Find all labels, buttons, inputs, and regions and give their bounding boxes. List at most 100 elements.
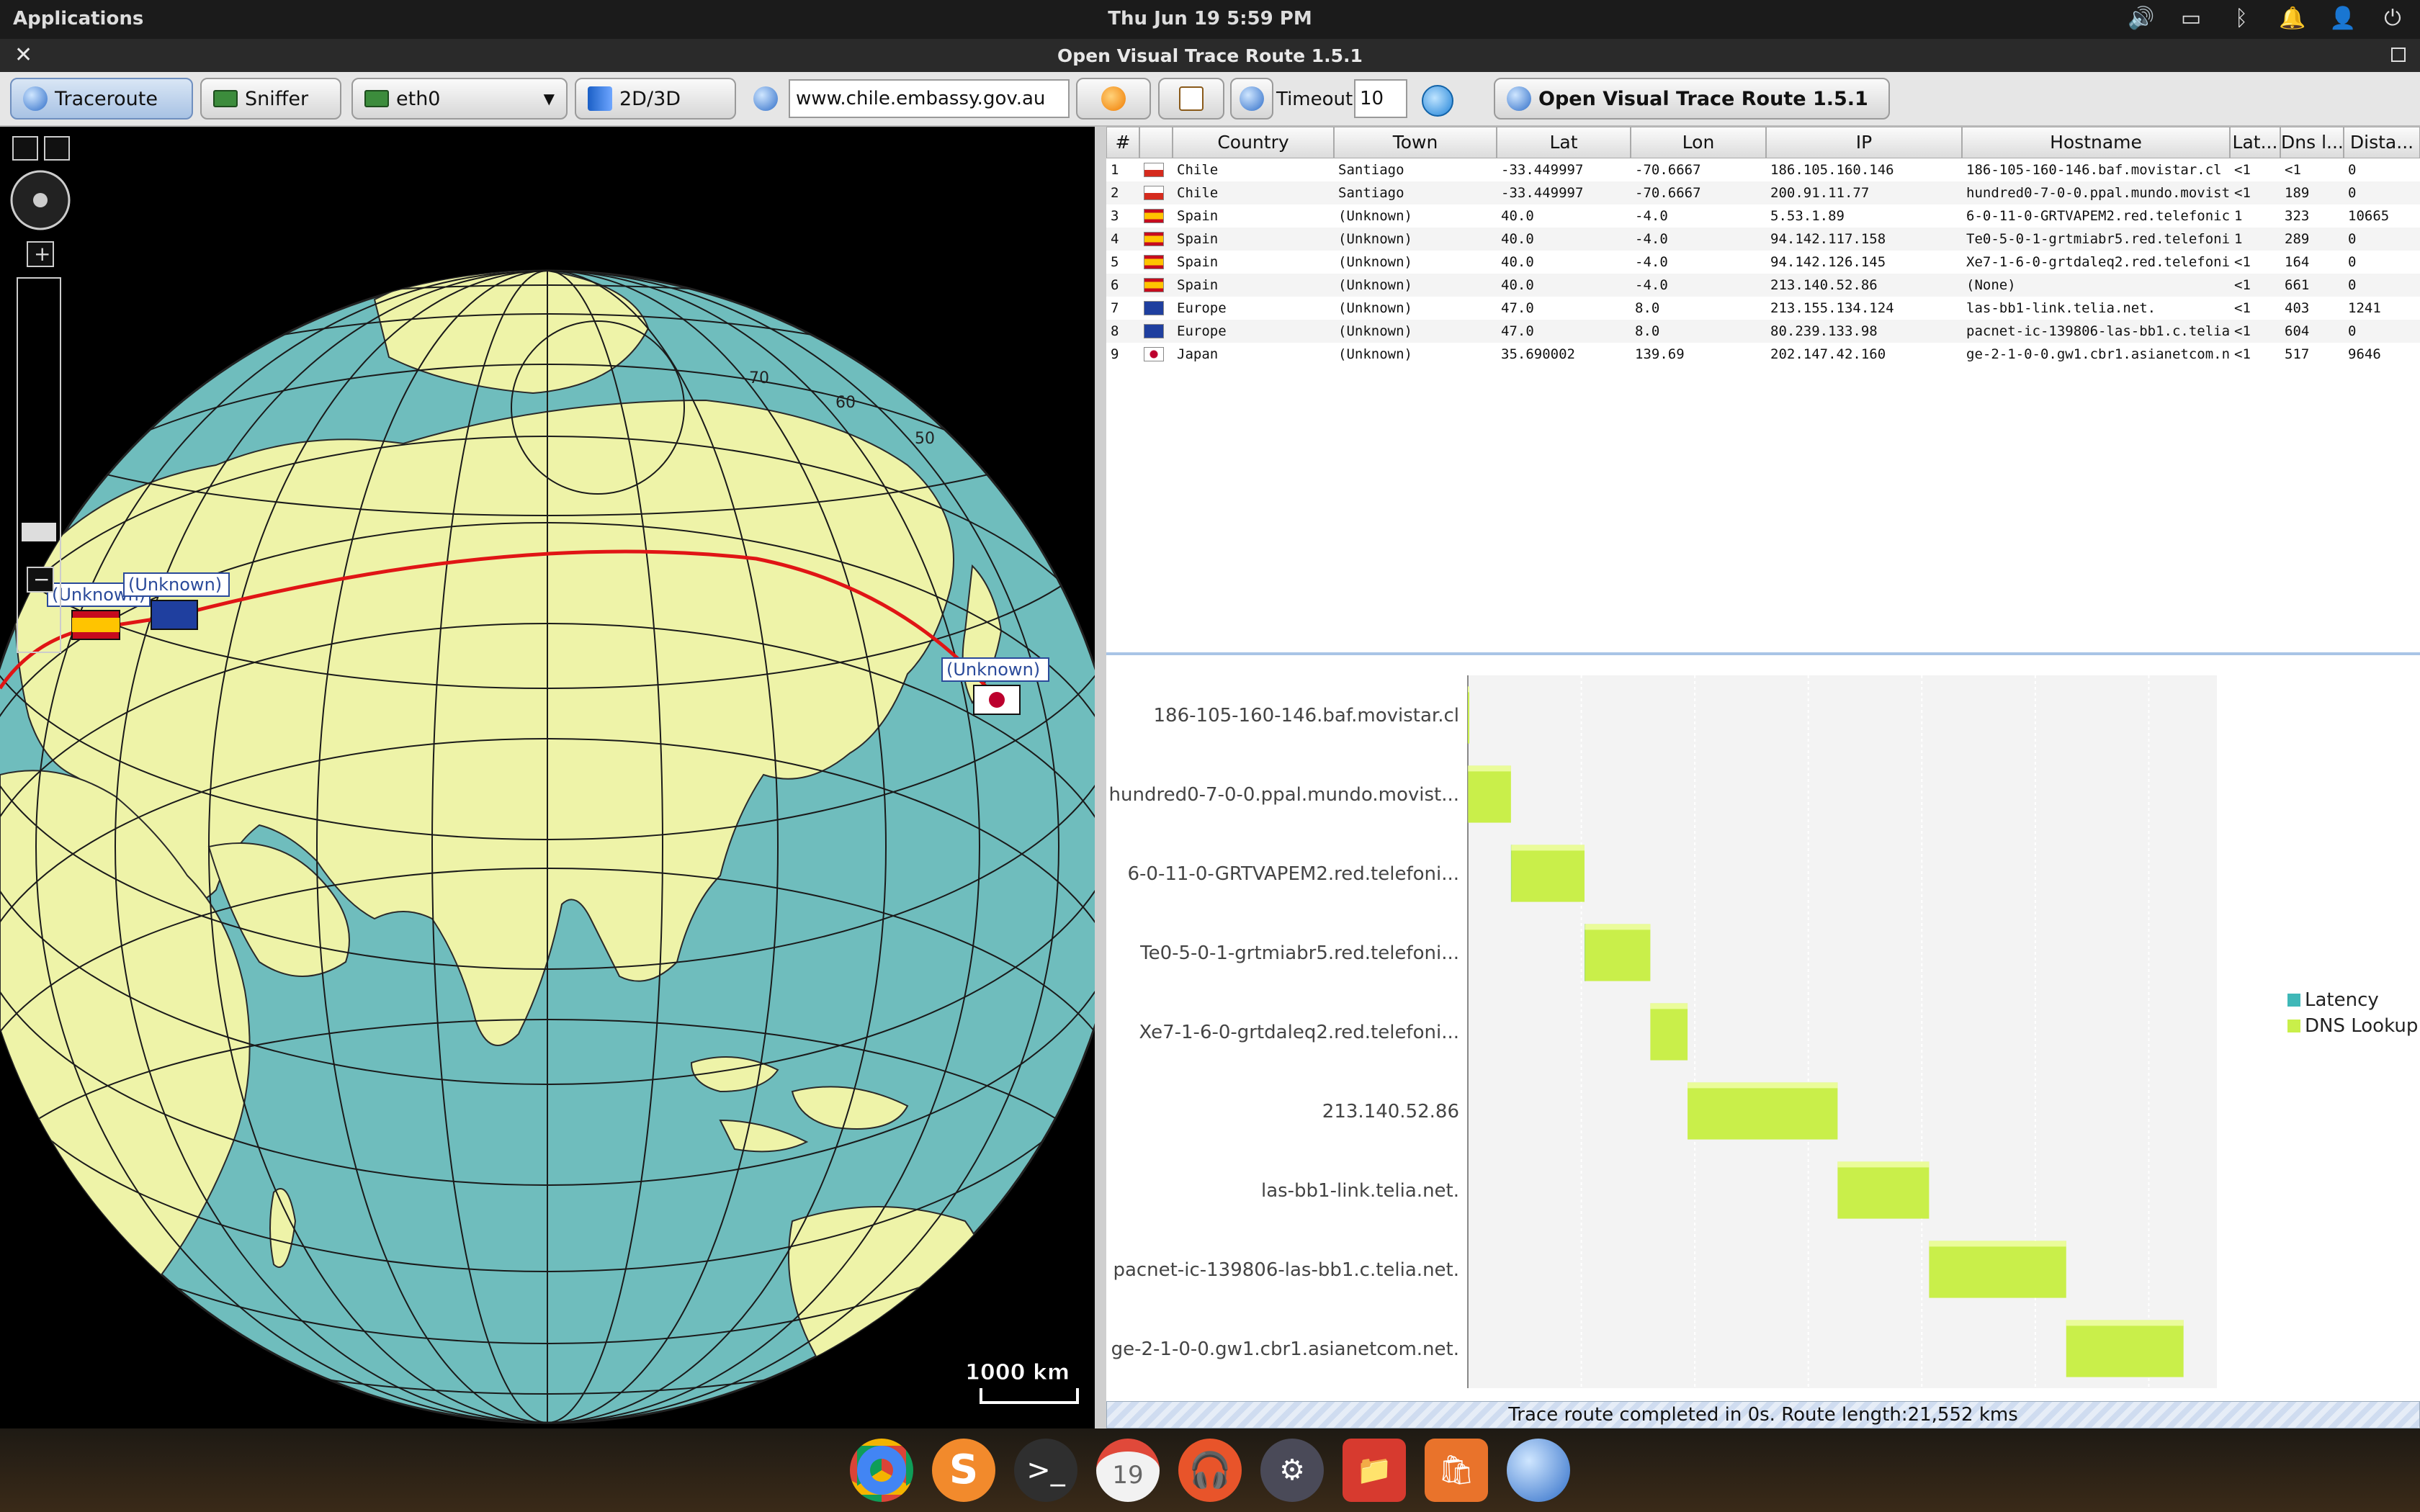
dns-bar: [1837, 1161, 1930, 1219]
timeout-label: Timeout: [1276, 89, 1353, 110]
url-input[interactable]: www.chile.embassy.gov.au: [789, 79, 1070, 118]
app-about-button[interactable]: Open Visual Trace Route 1.5.1: [1494, 78, 1890, 120]
power-icon[interactable]: ⏻: [2380, 6, 2406, 32]
main-toolbar: Traceroute Sniffer eth0 ▼ 2D/3D www.chil…: [0, 72, 2420, 127]
column-header[interactable]: Lon: [1631, 127, 1766, 158]
dns-bar-highlight: [2066, 1320, 2184, 1326]
url-globe-icon: [753, 86, 778, 111]
table-row[interactable]: 1 Chile Santiago -33.449997 -70.6667 186.105.…: [1106, 158, 2420, 181]
column-header[interactable]: Dista...: [2344, 127, 2420, 158]
calendar-icon[interactable]: 19: [1096, 1439, 1160, 1502]
column-header[interactable]: Hostname: [1962, 127, 2230, 158]
category-label: Te0-5-0-1-grtmiabr5.red.telefoni...: [1139, 942, 1459, 964]
chrome-icon[interactable]: [850, 1439, 913, 1502]
display-icon[interactable]: ▭: [2178, 6, 2204, 32]
terminal-icon[interactable]: >_: [1014, 1439, 1077, 1502]
view-2d3d-button[interactable]: 2D/3D: [575, 78, 736, 120]
headphones-icon[interactable]: 🎧: [1178, 1439, 1242, 1502]
table-cell-host: 6-0-11-0-GRTVAPEM2.red.telefonica-...: [1966, 208, 2230, 224]
table-cell-dist: 0: [2348, 323, 2357, 339]
table-cell-n: 9: [1111, 346, 1119, 362]
column-header[interactable]: IP: [1766, 127, 1962, 158]
column-header[interactable]: Lat...: [2230, 127, 2280, 158]
category-label: ge-2-1-0-0.gw1.cbr1.asianetcom.net.: [1111, 1338, 1459, 1360]
table-cell-town: (Unknown): [1338, 254, 1412, 270]
globe-svg[interactable]: (Unknown) (Unknown) (Unknown) 70 60 50 +…: [0, 127, 1125, 1428]
volume-icon[interactable]: 🔊: [2128, 6, 2154, 32]
dns-bar-highlight: [1650, 1003, 1688, 1009]
resolve-button[interactable]: [1230, 78, 1273, 120]
settings-icon[interactable]: ⚙: [1260, 1439, 1324, 1502]
table-cell-dns: <1: [2285, 162, 2301, 178]
files-icon[interactable]: 📁: [1343, 1439, 1406, 1502]
table-row[interactable]: 6 Spain (Unknown) 40.0 -4.0 213.140.52.86 (Non…: [1106, 274, 2420, 297]
table-cell-n: 8: [1111, 323, 1119, 339]
table-row[interactable]: 9 Japan (Unknown) 35.690002 139.69 202.147.42…: [1106, 343, 2420, 366]
legend-swatch: [2287, 994, 2300, 1007]
table-cell-ip: 94.142.126.145: [1770, 254, 1886, 270]
dns-bar: [1650, 1003, 1688, 1061]
table-cell-host: Te0-5-0-1-grtmiabr5.red.telefonica-...: [1966, 231, 2230, 247]
system-clock[interactable]: Thu Jun 19 5:59 PM: [0, 8, 2420, 30]
view-toggle-label: 2D/3D: [619, 87, 681, 110]
pan-left-icon[interactable]: [12, 136, 38, 161]
category-label: 6-0-11-0-GRTVAPEM2.red.telefoni...: [1128, 863, 1460, 885]
start-trace-button[interactable]: [1076, 78, 1151, 120]
column-header[interactable]: Country: [1173, 127, 1334, 158]
table-cell-latency: 1: [2234, 231, 2243, 247]
column-header[interactable]: Lat: [1497, 127, 1631, 158]
play-icon[interactable]: [1422, 85, 1453, 117]
sniffer-button[interactable]: Sniffer: [200, 78, 341, 120]
flag-icon: [1144, 324, 1164, 338]
column-header[interactable]: Dns l...: [2280, 127, 2344, 158]
dns-bar: [2066, 1320, 2184, 1377]
system-top-bar: Applications Thu Jun 19 5:59 PM 🔊 ▭ ᛒ 🔔 …: [0, 0, 2420, 39]
table-cell-lon: -4.0: [1635, 231, 1668, 247]
column-header[interactable]: #: [1106, 127, 1139, 158]
column-header[interactable]: Town: [1334, 127, 1497, 158]
table-row[interactable]: 2 Chile Santiago -33.449997 -70.6667 200.91.1…: [1106, 181, 2420, 204]
table-cell-host: las-bb1-link.telia.net.: [1966, 300, 2156, 316]
table-chart-splitter[interactable]: [1106, 652, 2420, 660]
pan-right-icon[interactable]: [44, 136, 70, 161]
europe-flag-marker[interactable]: [151, 600, 198, 630]
maximize-icon[interactable]: [2391, 48, 2406, 62]
split-pane-divider[interactable]: [1095, 127, 1106, 1428]
interface-select[interactable]: eth0 ▼: [351, 78, 568, 120]
network-card-icon: [213, 90, 238, 107]
table-cell-town: (Unknown): [1338, 323, 1412, 339]
flag-icon: [1144, 347, 1164, 361]
ubuntu-store-icon[interactable]: 🛍: [1425, 1439, 1488, 1502]
globe-map-view[interactable]: (Unknown) (Unknown) (Unknown) 70 60 50 +…: [0, 127, 1125, 1428]
country-flag-icon: [1139, 204, 1173, 228]
lat-tick-label: 50: [915, 430, 935, 448]
app-button-label: Open Visual Trace Route 1.5.1: [1538, 87, 1868, 110]
bluetooth-icon[interactable]: ᛒ: [2228, 6, 2254, 32]
bell-icon[interactable]: 🔔: [2279, 6, 2305, 32]
table-row[interactable]: 3 Spain (Unknown) 40.0 -4.0 5.53.1.89 6-0-11-0…: [1106, 204, 2420, 228]
sublime-icon[interactable]: S: [932, 1439, 995, 1502]
user-icon[interactable]: 👤: [2329, 6, 2356, 32]
table-cell-lon: -70.6667: [1635, 162, 1701, 178]
table-row[interactable]: 4 Spain (Unknown) 40.0 -4.0 94.142.117.158 Te0…: [1106, 228, 2420, 251]
table-cell-lat: 40.0: [1501, 208, 1534, 224]
table-cell-dist: 0: [2348, 185, 2357, 201]
table-row[interactable]: 8 Europe (Unknown) 47.0 8.0 80.239.133.98 pacn…: [1106, 320, 2420, 343]
column-header[interactable]: [1139, 127, 1173, 158]
table-row[interactable]: 5 Spain (Unknown) 40.0 -4.0 94.142.126.145 Xe7…: [1106, 251, 2420, 274]
chevron-down-icon: ▼: [543, 90, 555, 107]
export-button[interactable]: [1158, 78, 1224, 120]
compass-center: [33, 193, 48, 207]
zoom-slider-thumb[interactable]: [22, 523, 56, 541]
dns-bar-highlight: [1929, 1241, 2066, 1247]
globe-app-icon[interactable]: [1507, 1439, 1570, 1502]
timeout-spinner[interactable]: 10: [1354, 79, 1407, 118]
category-label: 213.140.52.86: [1322, 1101, 1459, 1122]
hops-table[interactable]: # Country Town Lat Lon IP Hostname Lat..…: [1106, 127, 2420, 652]
results-pane: # Country Town Lat Lon IP Hostname Lat..…: [1106, 127, 2420, 1428]
table-row[interactable]: 7 Europe (Unknown) 47.0 8.0 213.155.134.124 la…: [1106, 297, 2420, 320]
traceroute-button[interactable]: Traceroute: [10, 78, 193, 120]
table-cell-dist: 0: [2348, 277, 2357, 293]
flag-icon: [1144, 163, 1164, 177]
window-title: Open Visual Trace Route 1.5.1: [1057, 45, 1363, 66]
